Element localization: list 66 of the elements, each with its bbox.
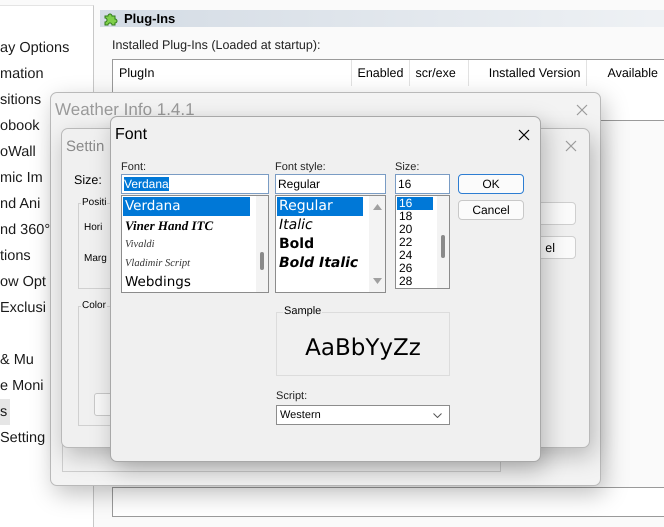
sidebar-item[interactable]: e Moni xyxy=(0,373,44,399)
group-label: Color xyxy=(81,300,107,311)
list-item[interactable]: 16 xyxy=(397,197,433,210)
list-box[interactable]: 16 18 20 22 24 26 28 xyxy=(395,195,450,289)
window-title: Font xyxy=(115,126,148,144)
script-dropdown[interactable]: Western xyxy=(276,405,450,425)
sidebar-item[interactable]: oWall xyxy=(0,139,36,165)
list-item[interactable]: Verdana xyxy=(123,197,250,216)
column-header[interactable]: Available xyxy=(587,60,664,86)
sidebar-item[interactable]: & Mu xyxy=(0,347,34,373)
list-item[interactable]: 26 xyxy=(397,262,437,275)
list-item[interactable]: 18 xyxy=(397,210,437,223)
sidebar-item[interactable]: Exclusi xyxy=(0,295,46,321)
list-item[interactable]: 24 xyxy=(397,249,437,262)
window-title: Settin xyxy=(66,138,104,154)
sidebar-item[interactable]: mic Im xyxy=(0,165,43,191)
scrollbar[interactable] xyxy=(256,196,268,292)
sidebar-item[interactable]: s xyxy=(0,399,10,425)
field-label: Size: xyxy=(395,160,420,174)
scrollbar[interactable] xyxy=(369,196,385,292)
list-item[interactable]: Webdings xyxy=(123,273,256,292)
field-label: Font: xyxy=(121,160,148,174)
sidebar-item[interactable]: Setting xyxy=(0,425,46,451)
group-label: Sample xyxy=(283,305,322,317)
field-label: Script: xyxy=(276,389,308,403)
column-header[interactable]: scr/exe xyxy=(410,60,469,86)
scroll-up-icon[interactable] xyxy=(372,204,382,210)
list-box[interactable]: Regular Italic Bold Bold Italic xyxy=(275,195,386,293)
scrollbar[interactable] xyxy=(437,196,449,288)
panel-title: Plug-Ins xyxy=(124,11,176,26)
sidebar-item[interactable]: sitions xyxy=(0,87,42,113)
list-item[interactable]: Bold xyxy=(277,235,369,254)
sidebar-item[interactable]: tions xyxy=(0,243,31,269)
list-item[interactable]: 22 xyxy=(397,236,437,249)
list-item[interactable]: Vivaldi xyxy=(123,235,256,254)
sidebar-item[interactable]: ay Options xyxy=(0,35,70,61)
sidebar-item[interactable]: nd Ani xyxy=(0,191,40,217)
chevron-down-icon xyxy=(433,412,442,418)
column-header[interactable]: Installed Version xyxy=(468,60,588,86)
sidebar-item[interactable]: nd 360° xyxy=(0,217,50,243)
sidebar-item[interactable]: mation xyxy=(0,61,44,87)
column-header[interactable]: PlugIn xyxy=(113,60,352,86)
column-header[interactable]: Enabled xyxy=(352,60,410,86)
text-field[interactable]: Regular xyxy=(275,174,386,194)
sample-text: AaBbYyZz xyxy=(305,334,421,361)
text-field[interactable]: Verdana xyxy=(121,174,269,194)
plugins-caption: Installed Plug-Ins (Loaded at startup): xyxy=(112,38,322,52)
list-box[interactable]: Verdana Viner Hand ITC Vivaldi Vladimir Script Webdings xyxy=(121,195,269,293)
puzzle-piece-icon xyxy=(104,12,118,26)
window-title: Weather Info 1.4.1 xyxy=(55,100,195,120)
group-label: Positi xyxy=(81,197,108,208)
ok-button[interactable]: OK xyxy=(458,174,524,194)
list-item[interactable]: 20 xyxy=(397,223,437,236)
text-field[interactable]: 16 xyxy=(395,174,450,194)
list-item[interactable]: Vladimir Script xyxy=(123,254,256,273)
list-item[interactable]: Bold Italic xyxy=(277,254,369,273)
list-item[interactable]: Regular xyxy=(277,197,363,216)
field-label: Font style: xyxy=(275,160,327,174)
list-item[interactable]: Italic xyxy=(277,216,369,235)
list-item[interactable]: 28 xyxy=(397,275,437,288)
close-icon[interactable] xyxy=(518,129,530,141)
sidebar-item[interactable]: obook xyxy=(0,113,40,139)
scroll-down-icon[interactable] xyxy=(372,278,382,284)
sidebar-item[interactable]: ow Opt xyxy=(0,269,46,295)
list-item[interactable]: Viner Hand ITC xyxy=(123,216,256,235)
cancel-button[interactable]: Cancel xyxy=(458,200,524,220)
